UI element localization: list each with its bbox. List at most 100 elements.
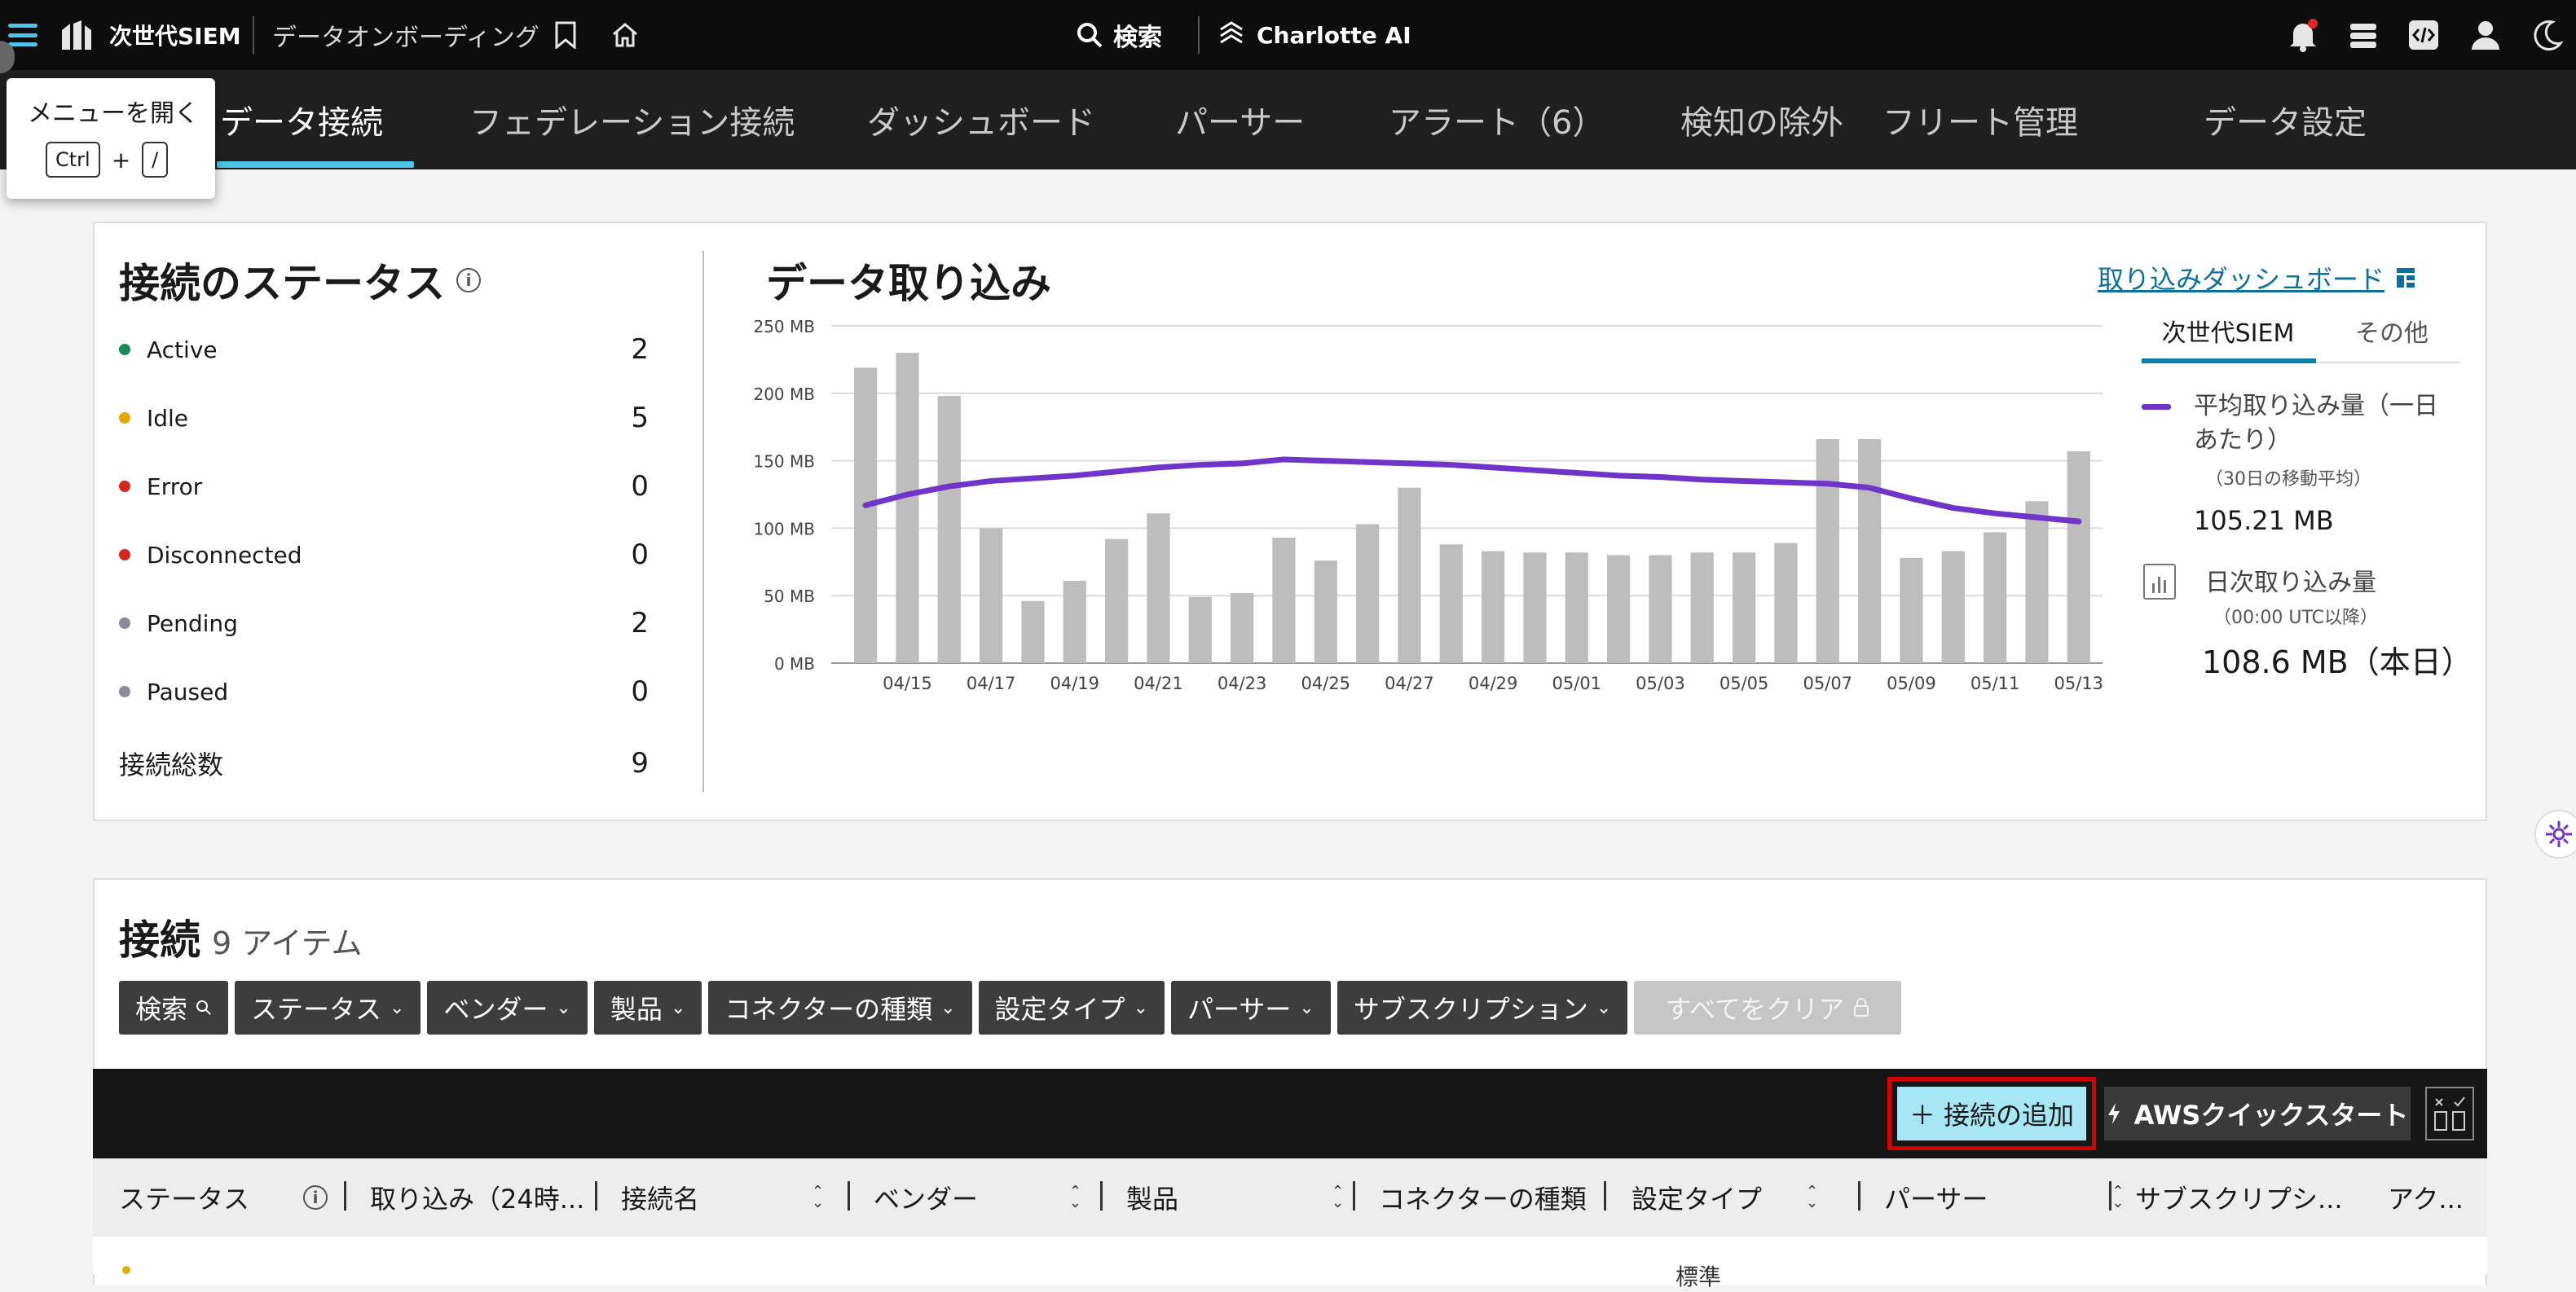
aws-quickstart-button[interactable]: AWSクイックスタート <box>2104 1087 2411 1140</box>
bar-04/15 <box>896 353 919 663</box>
filter-product-dropdown[interactable]: 製品 ⌄ <box>593 981 702 1035</box>
column-header-config-type[interactable]: 設定タイプ ⌃ ⌄ <box>1631 1158 1818 1237</box>
status-dot <box>119 412 130 424</box>
data-ingestion-chart: 0 MB 50 MB 100 MB 150 MB 200 MB 250 MB 04/15 04… <box>753 317 2104 693</box>
status-row-pending[interactable]: Pending 2 <box>119 603 649 644</box>
column-separator[interactable] <box>1100 1181 1103 1211</box>
filter-status-dropdown[interactable]: ステータス ⌄ <box>235 981 421 1035</box>
tab-alerts[interactable]: アラート（6） <box>1389 70 1605 169</box>
connections-title: 接続 <box>119 916 200 964</box>
status-row-paused[interactable]: Paused 0 <box>119 671 649 712</box>
tab-dashboard[interactable]: ダッシュボード <box>867 70 1095 169</box>
tab-parser[interactable]: パーサー <box>1175 70 1305 169</box>
y-tick-label: 200 MB <box>753 385 815 404</box>
sort-icon[interactable]: ⌃ ⌄ <box>1332 1184 1344 1211</box>
sort-icon[interactable]: ⌃ ⌄ <box>2111 1184 2124 1211</box>
info-icon[interactable]: i <box>303 1185 328 1210</box>
filter-label: サブスクリプション <box>1353 994 1588 1025</box>
column-label: 製品 <box>1126 1184 1179 1215</box>
average-ingest-value: 105.21 MB <box>2194 505 2334 536</box>
filter-label: 製品 <box>610 994 663 1025</box>
column-separator[interactable] <box>1604 1181 1606 1211</box>
status-label: Error <box>147 472 203 500</box>
add-connection-button[interactable]: ＋ 接続の追加 <box>1897 1087 2086 1140</box>
tab-other[interactable]: その他 <box>2347 313 2437 349</box>
column-header-status[interactable]: ステータス i <box>119 1158 328 1237</box>
tab-federation-connections[interactable]: フェデレーション接続 <box>469 70 795 169</box>
daily-ingest-value: 108.6 MB（本日） <box>2202 644 2473 680</box>
notifications-bell-icon[interactable] <box>2287 0 2323 70</box>
home-icon[interactable] <box>611 0 644 70</box>
status-row-idle[interactable]: Idle 5 <box>119 398 649 438</box>
status-row-disconnected[interactable]: Disconnected 0 <box>119 534 649 575</box>
filter-vendor-dropdown[interactable]: ベンダー ⌄ <box>427 981 588 1035</box>
sort-icon[interactable]: ⌃ ⌄ <box>1806 1184 1818 1211</box>
bar-04/14 <box>854 367 878 663</box>
filter-label: ベンダー <box>443 994 548 1025</box>
column-settings-icon[interactable] <box>2425 1087 2474 1140</box>
x-tick-label: 04/19 <box>1050 674 1100 693</box>
tab-next-gen-siem[interactable]: 次世代SIEM <box>2140 313 2316 349</box>
bar-05/07 <box>1816 439 1839 663</box>
column-separator[interactable] <box>344 1181 346 1211</box>
column-separator[interactable] <box>595 1181 597 1211</box>
tab-data-connections[interactable]: データ接続 <box>220 70 383 169</box>
developer-code-icon[interactable] <box>2407 0 2443 70</box>
ingestion-dashboard-link[interactable]: 取り込みダッシュボード <box>2098 259 2415 297</box>
chevron-down-icon: ⌄ <box>670 997 686 1018</box>
column-header-product[interactable]: 製品 ⌃ ⌄ <box>1126 1158 1344 1237</box>
data-ingestion-title: データ取り込み <box>766 260 1051 307</box>
status-count: 0 <box>631 470 649 503</box>
column-separator[interactable] <box>2109 1181 2111 1211</box>
connection-status-heading: 接続のステータス i <box>119 251 481 310</box>
global-search-button[interactable]: 検索 <box>1076 0 1162 70</box>
x-tick-label: 05/13 <box>2054 674 2104 693</box>
column-header-parser[interactable]: パーサー ⌃ ⌄ <box>1884 1158 2124 1237</box>
column-header-actions[interactable]: アク... <box>2388 1158 2464 1237</box>
column-header-connection-name[interactable]: 接続名 ⌃ ⌄ <box>621 1158 824 1237</box>
status-dot <box>119 549 130 560</box>
status-row-error[interactable]: Error 0 <box>119 466 649 507</box>
dashboard-icon <box>2397 268 2415 288</box>
chevron-down-icon: ⌄ <box>1133 997 1148 1018</box>
tab-detection-exclusions[interactable]: 検知の除外 <box>1680 70 1843 169</box>
ingestion-dashboard-link-label: 取り込みダッシュボード <box>2098 264 2385 295</box>
sort-icon[interactable]: ⌃ ⌄ <box>1069 1184 1081 1211</box>
user-profile-icon[interactable] <box>2469 0 2505 70</box>
column-header-connector-type[interactable]: コネクターの種類 <box>1379 1158 1587 1237</box>
ai-assistant-float-icon[interactable] <box>2534 810 2576 859</box>
status-dot <box>119 686 130 697</box>
charlotte-ai-button[interactable]: Charlotte AI <box>1218 0 1411 70</box>
bar-05/11 <box>1984 532 2007 663</box>
filter-config-type-dropdown[interactable]: 設定タイプ ⌄ <box>978 981 1165 1035</box>
table-row[interactable] <box>93 1237 2487 1274</box>
info-icon[interactable]: i <box>456 268 481 292</box>
bar-04/28 <box>1439 544 1463 663</box>
bar-05/09 <box>1900 557 1923 663</box>
column-header-ingest-24h[interactable]: 取り込み（24時... <box>370 1158 584 1237</box>
status-row-active[interactable]: Active 2 <box>119 329 649 370</box>
filter-search-button[interactable]: 検索 <box>119 981 229 1035</box>
column-separator[interactable] <box>1353 1181 1355 1211</box>
dark-mode-moon-icon[interactable] <box>2531 0 2567 70</box>
stack-icon[interactable] <box>2347 0 2383 70</box>
clear-all-button[interactable]: すべてをクリア <box>1634 981 1902 1035</box>
column-header-vendor[interactable]: ベンダー ⌃ ⌄ <box>874 1158 1081 1237</box>
column-header-subscription[interactable]: サブスクリプシ... <box>2135 1158 2343 1237</box>
column-separator[interactable] <box>848 1181 850 1211</box>
x-tick-label: 04/23 <box>1218 674 1267 693</box>
column-separator[interactable] <box>1858 1181 1860 1211</box>
tab-data-settings[interactable]: データ設定 <box>2204 70 2367 169</box>
filter-parser-dropdown[interactable]: パーサー ⌄ <box>1171 981 1331 1035</box>
status-count: 2 <box>631 607 649 639</box>
filter-subscription-dropdown[interactable]: サブスクリプション ⌄ <box>1336 981 1628 1035</box>
status-dot <box>119 481 130 492</box>
status-label: Active <box>147 336 218 363</box>
bar-05/02 <box>1607 555 1631 663</box>
column-label: 設定タイプ <box>1631 1184 1763 1215</box>
x-tick-label: 04/17 <box>967 674 1016 693</box>
sort-icon[interactable]: ⌃ ⌄ <box>812 1184 824 1211</box>
tab-fleet-management[interactable]: フリート管理 <box>1882 70 2078 169</box>
filter-connector-type-dropdown[interactable]: コネクターの種類 ⌄ <box>708 981 972 1035</box>
bookmark-icon[interactable] <box>554 0 587 70</box>
